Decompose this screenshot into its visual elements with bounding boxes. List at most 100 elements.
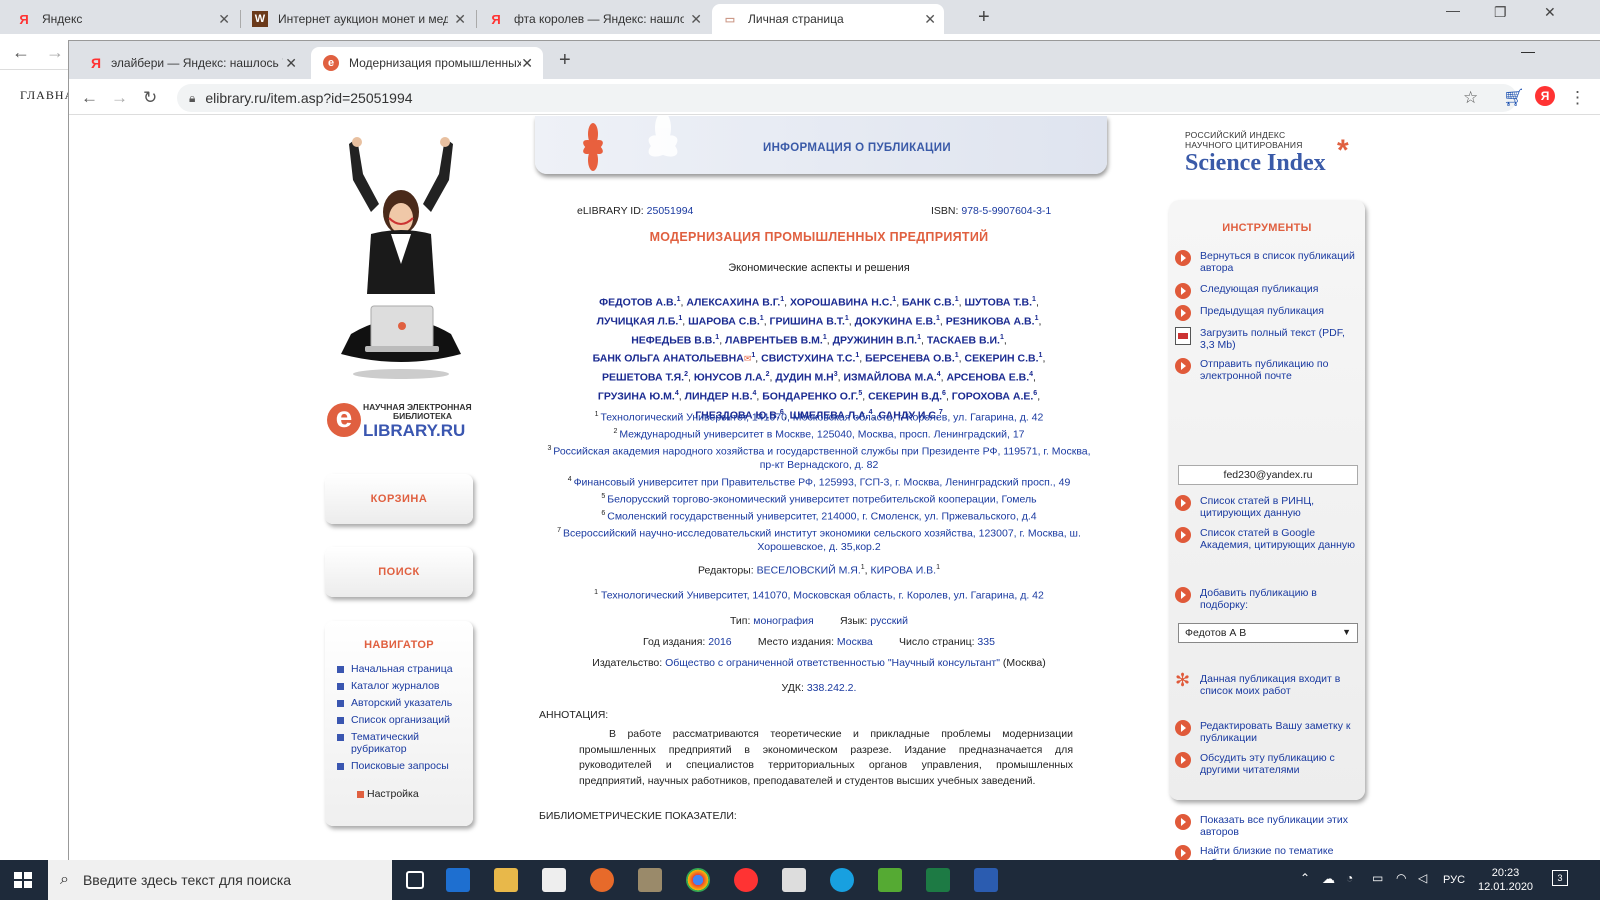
wifi-icon[interactable]: ◠	[1396, 871, 1406, 885]
cart-button[interactable]: КОРЗИНА	[325, 474, 473, 524]
tool-edit-note[interactable]: Редактировать Вашу заметку к публикации	[1175, 720, 1357, 744]
author-link[interactable]: ФЕДОТОВ А.В.	[599, 297, 676, 309]
inner-tab-yandex[interactable]: Я элайбери — Яндекс: нашлось 7 ✕	[79, 47, 307, 79]
yandex-browser-icon[interactable]	[734, 868, 758, 892]
tool-back-to-author-list[interactable]: Вернуться в список публикаций автора	[1175, 250, 1357, 274]
clock[interactable]: 20:23 12.01.2020	[1478, 866, 1533, 894]
affiliation-link[interactable]: Международный университет в Москве, 1250…	[619, 429, 1024, 441]
file-explorer-icon[interactable]	[494, 868, 518, 892]
store-icon[interactable]	[542, 868, 566, 892]
forward-icon[interactable]: →	[111, 88, 128, 108]
skype-icon[interactable]	[830, 868, 854, 892]
editor-link[interactable]: ВЕСЕЛОВСКИЙ М.Я.	[757, 565, 861, 577]
nav-item-journals[interactable]: Каталог журналов	[337, 680, 473, 692]
address-bar[interactable]: 🔒︎ elibrary.ru/item.asp?id=25051994	[177, 84, 1517, 112]
task-view-icon[interactable]	[406, 871, 424, 889]
author-link[interactable]: ГОРОХОВА А.Е.	[952, 390, 1034, 402]
chrome-icon[interactable]	[686, 868, 710, 892]
author-link[interactable]: СВИСТУХИНА Т.С.	[761, 353, 855, 365]
minimize-icon[interactable]: —	[1446, 2, 1460, 18]
tool-prev-publication[interactable]: Предыдущая публикация	[1175, 305, 1357, 321]
close-icon[interactable]: ✕	[924, 11, 936, 28]
author-link[interactable]: ДРУЖИНИН В.П.	[833, 334, 918, 346]
mail-icon[interactable]	[782, 868, 806, 892]
author-link[interactable]: ГРИШИНА В.Т.	[770, 315, 845, 327]
forward-icon[interactable]: →	[46, 42, 64, 63]
volume-icon[interactable]: ◁	[1418, 871, 1427, 885]
nav-item-home[interactable]: Начальная страница	[337, 663, 473, 675]
tool-discuss[interactable]: Обсудить эту публикацию с другими читате…	[1175, 752, 1357, 776]
author-link[interactable]: ДОКУКИНА Е.В.	[855, 315, 936, 327]
tool-next-publication[interactable]: Следующая публикация	[1175, 283, 1357, 299]
tool-send-email[interactable]: Отправить публикацию по электронной почт…	[1175, 358, 1357, 382]
publisher-link[interactable]: Общество с ограниченной ответственностью…	[665, 657, 1000, 669]
excel-icon[interactable]	[926, 868, 950, 892]
new-tab-icon[interactable]: +	[978, 6, 990, 29]
close-window-icon[interactable]: ✕	[1544, 4, 1556, 21]
back-icon[interactable]: ←	[81, 88, 98, 108]
author-link[interactable]: ХОРОШАВИНА Н.С.	[790, 297, 892, 309]
author-link[interactable]: СЕКЕРИН В.Д.	[868, 390, 942, 402]
elibrary-logo[interactable]: e НАУЧНАЯ ЭЛЕКТРОННАЯ БИБЛИОТЕКА LIBRARY…	[327, 399, 477, 449]
elibrary-id-value[interactable]: 25051994	[647, 205, 694, 217]
tool-google-citing[interactable]: Список статей в Google Академия, цитирую…	[1175, 527, 1357, 551]
author-link[interactable]: ЛИНДЕР Н.В.	[685, 390, 753, 402]
author-link[interactable]: РЕШЕТОВА Т.Я.	[602, 372, 684, 384]
menu-icon[interactable]: ⋮	[1569, 88, 1586, 108]
science-index-logo[interactable]: РОССИЙСКИЙ ИНДЕКС НАУЧНОГО ЦИТИРОВАНИЯ S…	[1185, 130, 1385, 186]
author-link[interactable]: АЛЕКСАХИНА В.Г.	[686, 297, 780, 309]
app-icon[interactable]	[590, 868, 614, 892]
battery-icon[interactable]: ▭	[1372, 871, 1383, 885]
author-link[interactable]: НЕФЕДЬЕВ В.В.	[631, 334, 715, 346]
yandex-icon[interactable]: Я	[1535, 86, 1555, 106]
tool-rinc-citing[interactable]: Список статей в РИНЦ, цитирующих данную	[1175, 495, 1357, 519]
author-link[interactable]: ГРУЗИНА Ю.М.	[598, 390, 675, 402]
tool-show-authors-pubs[interactable]: Показать все публикации этих авторов	[1175, 814, 1359, 838]
author-link[interactable]: РЕЗНИКОВА А.В.	[946, 315, 1035, 327]
maximize-icon[interactable]: ❐	[1494, 4, 1507, 21]
nav-item-organizations[interactable]: Список организаций	[337, 714, 473, 726]
close-icon[interactable]: ✕	[218, 11, 230, 28]
nav-item-authors[interactable]: Авторский указатель	[337, 697, 473, 709]
new-tab-icon[interactable]: +	[559, 49, 571, 72]
tool-download-pdf[interactable]: Загрузить полный текст (PDF, 3,3 Mb)	[1175, 327, 1357, 351]
reload-icon[interactable]: ↻	[143, 88, 157, 108]
search-button[interactable]: ПОИСК	[325, 547, 473, 597]
minimize-icon[interactable]: —	[1521, 43, 1535, 59]
close-icon[interactable]: ✕	[690, 11, 702, 28]
author-link[interactable]: ЮНУСОВ Л.А.	[694, 372, 766, 384]
author-link[interactable]: БАНК ОЛЬГА АНАТОЛЬЕВНА	[593, 353, 744, 365]
tool-find-similar[interactable]: Найти близкие по тематике публикации	[1175, 845, 1359, 861]
tool-add-to-collection[interactable]: Добавить публикацию в подборку:	[1175, 587, 1357, 611]
outer-tab-personal[interactable]: ▭ Личная страница ✕	[712, 4, 944, 34]
outer-tab-yandex[interactable]: Я Яндекс ✕	[6, 4, 238, 34]
author-link[interactable]: ЛУЧИЦКАЯ Л.Б.	[597, 315, 679, 327]
affiliation-link[interactable]: Российская академия народного хозяйства …	[553, 446, 1090, 472]
author-link[interactable]: БАНК С.В.	[902, 297, 955, 309]
archive-icon[interactable]	[638, 868, 662, 892]
outer-tab-search[interactable]: Я фта королев — Яндекс: нашлос ✕	[478, 4, 710, 34]
author-link[interactable]: ТАСКАЕВ В.И.	[927, 334, 1000, 346]
affiliation-link[interactable]: Технологический Университет, 141070, Мос…	[600, 412, 1043, 424]
nav-item-settings[interactable]: Настройка	[357, 788, 473, 800]
author-link[interactable]: АРСЕНОВА Е.В.	[946, 372, 1029, 384]
author-link[interactable]: БЕРСЕНЕВА О.В.	[865, 353, 955, 365]
collection-select[interactable]: Федотов А В ▼	[1178, 623, 1358, 643]
author-link[interactable]: ШУТОВА Т.В.	[964, 297, 1032, 309]
close-icon[interactable]: ✕	[285, 55, 297, 72]
inner-tab-elibrary[interactable]: e Модернизация промышленных ✕	[311, 47, 543, 79]
affiliation-link[interactable]: Всероссийский научно-исследовательский и…	[563, 527, 1081, 553]
app-icon[interactable]	[878, 868, 902, 892]
tool-my-works[interactable]: ✻ Данная публикация входит в список моих …	[1175, 671, 1357, 697]
editor-affiliation-link[interactable]: Технологический Университет, 141070, Мос…	[601, 590, 1044, 602]
network-icon[interactable]: ◔	[1346, 871, 1353, 885]
input-language[interactable]: РУС	[1443, 874, 1465, 886]
cart-icon[interactable]: 🛒︎	[1503, 88, 1525, 108]
nav-item-queries[interactable]: Поисковые запросы	[337, 760, 473, 772]
author-link[interactable]: ЛАВРЕНТЬЕВ В.М.	[725, 334, 823, 346]
outer-tab-auction[interactable]: W Интернет аукцион монет и мед ✕	[242, 4, 474, 34]
back-icon[interactable]: ←	[12, 42, 30, 63]
affiliation-link[interactable]: Смоленский государственный университет, …	[607, 510, 1036, 522]
cloud-icon[interactable]: ☁	[1322, 871, 1335, 887]
close-icon[interactable]: ✕	[454, 11, 466, 28]
